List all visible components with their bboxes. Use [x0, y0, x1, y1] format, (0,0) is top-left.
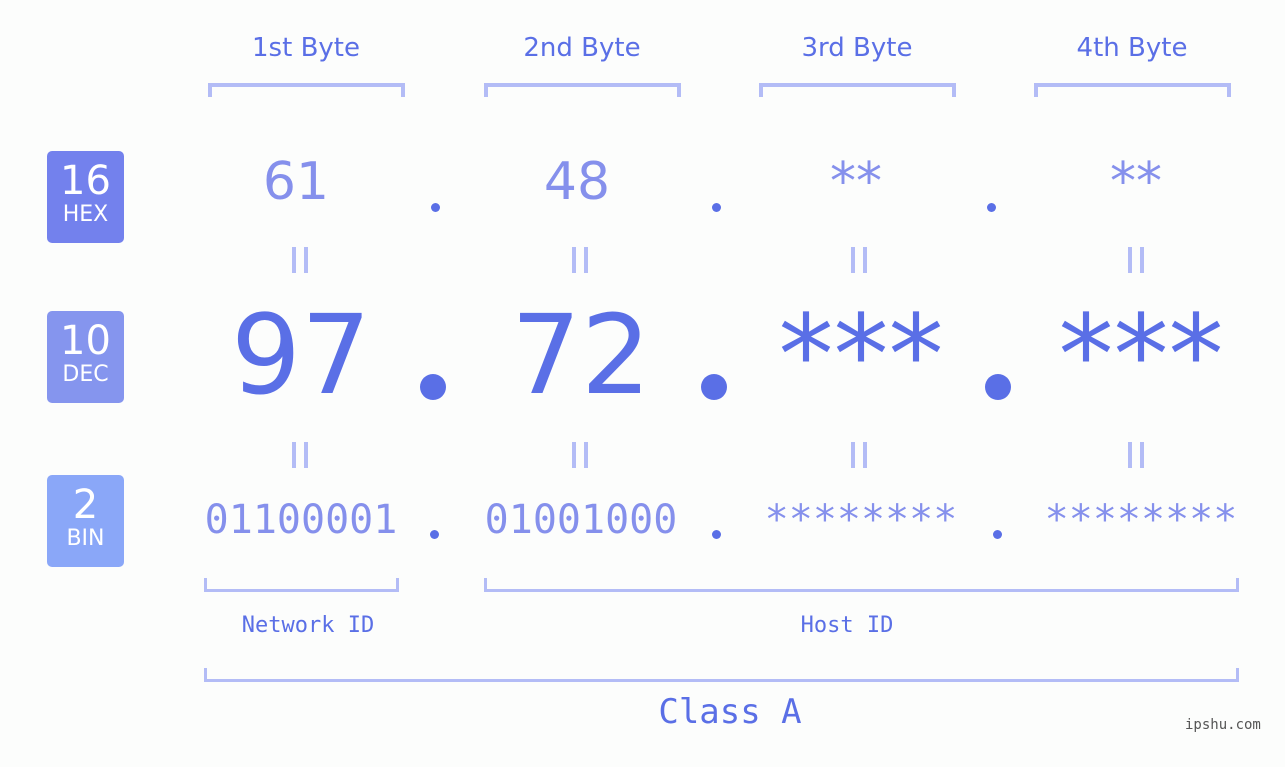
byte-header-2: 2nd Byte: [523, 33, 641, 63]
hex-value-4: **: [1110, 152, 1162, 212]
bin-value-2: 01001000: [484, 497, 678, 543]
bin-badge-number: 2: [72, 482, 99, 528]
equals-mark: [1128, 442, 1144, 468]
byte-header-3: 3rd Byte: [801, 33, 913, 63]
byte-bracket-4: [1034, 83, 1231, 97]
dec-badge: 10 DEC: [47, 311, 124, 403]
bin-dot-1: [430, 530, 439, 539]
network-id-bracket: [204, 578, 399, 592]
watermark: ipshu.com: [1185, 717, 1261, 733]
hex-badge: 16 HEX: [47, 151, 124, 243]
dec-badge-number: 10: [60, 318, 111, 364]
byte-bracket-2: [484, 83, 681, 97]
dec-value-4: ***: [1058, 291, 1224, 419]
hex-value-2: 48: [543, 152, 611, 212]
bin-value-4: ********: [1044, 497, 1238, 543]
byte-header-1: 1st Byte: [252, 33, 360, 63]
dec-dot-3: [985, 374, 1011, 400]
bin-dot-3: [993, 530, 1002, 539]
byte-bracket-3: [759, 83, 956, 97]
hex-dot-2: [712, 203, 721, 212]
dec-value-3: ***: [778, 291, 944, 419]
dec-value-1: 97: [231, 291, 371, 419]
host-id-bracket: [484, 578, 1239, 592]
host-id-label: Host ID: [800, 613, 894, 638]
equals-mark: [851, 247, 867, 273]
equals-mark: [572, 442, 588, 468]
byte-header-4: 4th Byte: [1076, 33, 1188, 63]
equals-mark: [292, 247, 308, 273]
class-bracket: [204, 668, 1239, 682]
equals-mark: [1128, 247, 1144, 273]
equals-mark: [572, 247, 588, 273]
byte-bracket-1: [208, 83, 405, 97]
hex-dot-1: [431, 203, 440, 212]
dec-dot-2: [701, 374, 727, 400]
dec-badge-label: DEC: [62, 362, 109, 387]
bin-badge: 2 BIN: [47, 475, 124, 567]
dec-value-2: 72: [511, 291, 651, 419]
bin-badge-label: BIN: [66, 526, 105, 551]
bin-dot-2: [712, 530, 721, 539]
hex-badge-number: 16: [60, 158, 111, 204]
hex-value-1: 61: [262, 152, 330, 212]
bin-value-3: ********: [764, 497, 958, 543]
class-label: Class A: [658, 692, 802, 732]
hex-badge-label: HEX: [62, 202, 109, 227]
dec-dot-1: [420, 374, 446, 400]
equals-mark: [292, 442, 308, 468]
network-id-label: Network ID: [241, 613, 375, 638]
hex-value-3: **: [830, 152, 882, 212]
equals-mark: [851, 442, 867, 468]
bin-value-1: 01100001: [204, 497, 398, 543]
hex-dot-3: [987, 203, 996, 212]
